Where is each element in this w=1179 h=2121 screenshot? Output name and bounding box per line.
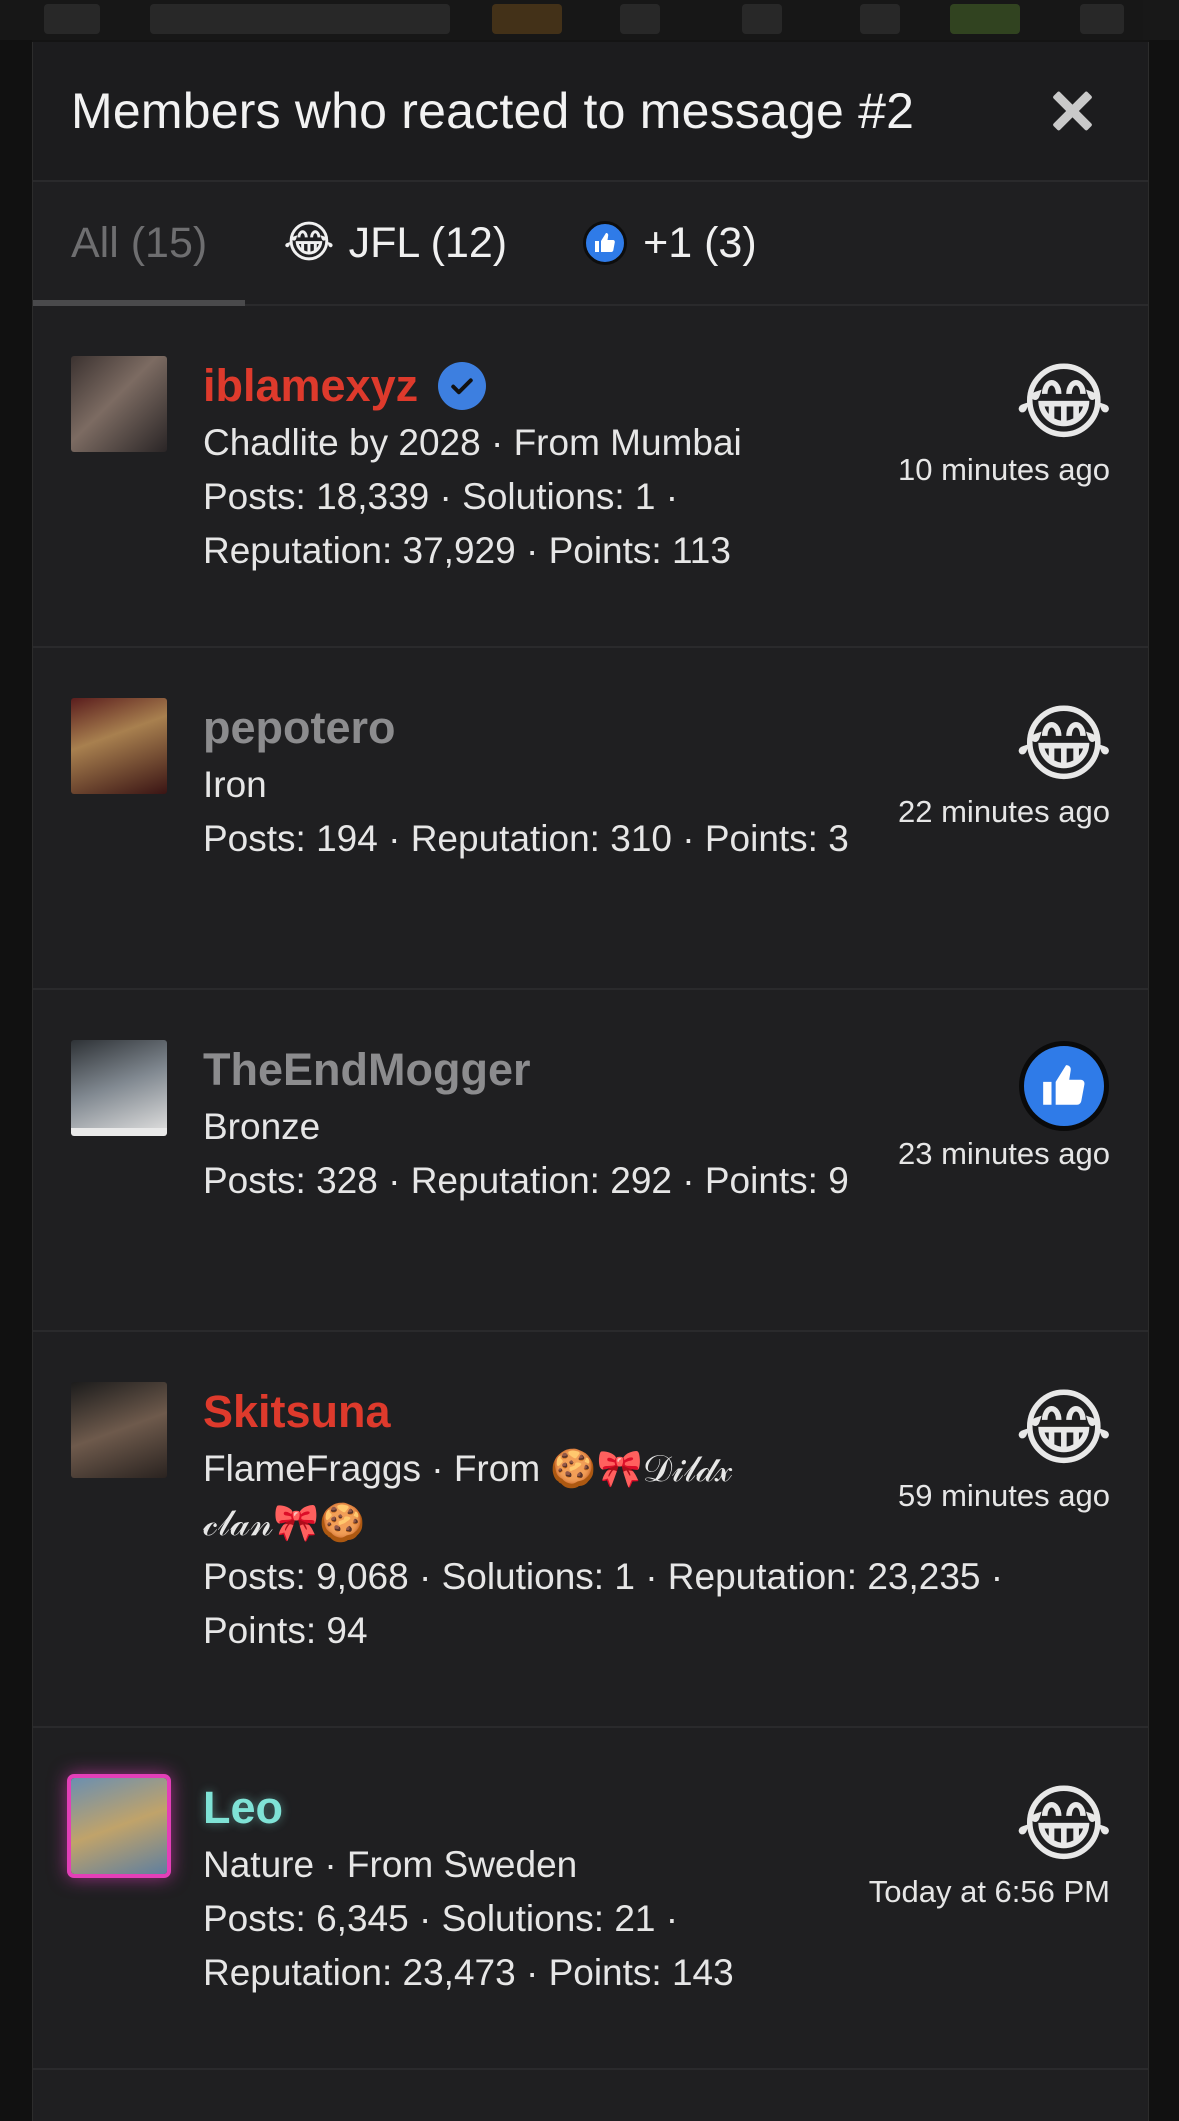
avatar[interactable] [67, 1774, 171, 1878]
user-stats: Posts: 6,345 · Solutions: 21 · Reputatio… [203, 1898, 734, 1993]
list-item: Skitsuna FlameFraggs · From 🍪🎀𝒟𝒾𝓁𝒹𝓍 𝒸𝓁𝒶𝓃… [33, 1332, 1148, 1728]
thumbs-up-icon [1019, 1041, 1109, 1131]
username[interactable]: pepotero [203, 702, 396, 754]
user-stats: Posts: 18,339 · Solutions: 1 · Reputatio… [203, 476, 731, 571]
user-title: Chadlite by 2028 · From Mumbai [203, 422, 742, 463]
member-list: iblamexyz Chadlite by 2028 · From Mumbai… [33, 306, 1148, 2070]
reaction-icon: 😂 [1014, 1381, 1114, 1475]
reaction-icon: 😂 [1014, 1777, 1114, 1871]
tab-jfl-label: JFL (12) [348, 218, 508, 267]
list-item: Leo Nature · From Sweden Posts: 6,345 · … [33, 1728, 1148, 2070]
avatar[interactable] [71, 356, 167, 452]
user-stats: Posts: 328 · Reputation: 292 · Points: 9 [203, 1160, 849, 1201]
reactions-dialog: Members who reacted to message #2 All (1… [32, 42, 1149, 2121]
user-stats: Posts: 9,068 · Solutions: 1 · Reputation… [203, 1556, 1004, 1651]
tab-all[interactable]: All (15) [33, 182, 246, 306]
list-item: TheEndMogger Bronze Posts: 328 · Reputat… [33, 990, 1148, 1332]
menu-icon [44, 4, 100, 34]
laughing-crying-icon: 😂 [1014, 355, 1114, 449]
reaction-icon: 😂 [1014, 355, 1114, 449]
dialog-title: Members who reacted to message #2 [71, 83, 915, 139]
bookmark-icon [860, 4, 900, 34]
user-stats: Posts: 194 · Reputation: 310 · Points: 3 [203, 818, 849, 859]
username[interactable]: Leo [203, 1782, 283, 1834]
laughing-crying-icon: 😂 [1014, 697, 1114, 791]
user-title: FlameFraggs · From 🍪🎀𝒟𝒾𝓁𝒹𝓍 𝒸𝓁𝒶𝓃🎀🍪 [203, 1448, 733, 1543]
reaction-icon [1018, 1040, 1110, 1132]
dialog-header: Members who reacted to message #2 [33, 42, 1148, 182]
timestamp[interactable]: 10 minutes ago [898, 452, 1110, 488]
verified-icon [438, 362, 487, 410]
reaction-icon: 😂 [1014, 697, 1114, 791]
reaction-tabs: All (15) 😂 JFL (12) +1 (3) [33, 182, 1148, 306]
background-left-edge [0, 40, 32, 2121]
alerts-icon [742, 4, 782, 34]
username[interactable]: iblamexyz [203, 360, 418, 412]
search-icon [1080, 4, 1124, 34]
laughing-crying-icon: 😂 [283, 218, 335, 267]
close-icon[interactable] [1046, 85, 1098, 137]
username[interactable]: TheEndMogger [203, 1044, 530, 1096]
avatar[interactable] [71, 1040, 167, 1136]
avatar[interactable] [71, 698, 167, 794]
tab-all-label: All (15) [71, 218, 208, 267]
tab-plus-one-label: +1 (3) [643, 218, 757, 267]
background-topbar [0, 0, 1179, 40]
site-logo [150, 4, 450, 34]
list-item: iblamexyz Chadlite by 2028 · From Mumbai… [33, 306, 1148, 648]
user-title: Bronze [203, 1106, 321, 1147]
tab-plus-one[interactable]: +1 (3) [545, 182, 795, 304]
thumbs-up-icon [583, 221, 628, 265]
tab-jfl[interactable]: 😂 JFL (12) [245, 182, 545, 304]
avatar[interactable] [71, 1382, 167, 1478]
avatar-thumb [492, 4, 562, 34]
laughing-crying-icon: 😂 [1014, 1381, 1114, 1475]
timestamp[interactable]: 22 minutes ago [898, 794, 1110, 830]
laughing-crying-icon: 😂 [1014, 1777, 1114, 1871]
timestamp[interactable]: 23 minutes ago [898, 1136, 1110, 1172]
user-title: Iron [203, 764, 267, 805]
user-title: Nature · From Sweden [203, 1844, 578, 1885]
timestamp[interactable]: 59 minutes ago [898, 1478, 1110, 1514]
badge-icon [950, 4, 1020, 34]
inbox-icon [620, 4, 660, 34]
list-item: pepotero Iron Posts: 194 · Reputation: 3… [33, 648, 1148, 990]
background-right-edge [1149, 40, 1179, 2121]
timestamp[interactable]: Today at 6:56 PM [869, 1874, 1110, 1910]
username[interactable]: Skitsuna [203, 1386, 391, 1438]
